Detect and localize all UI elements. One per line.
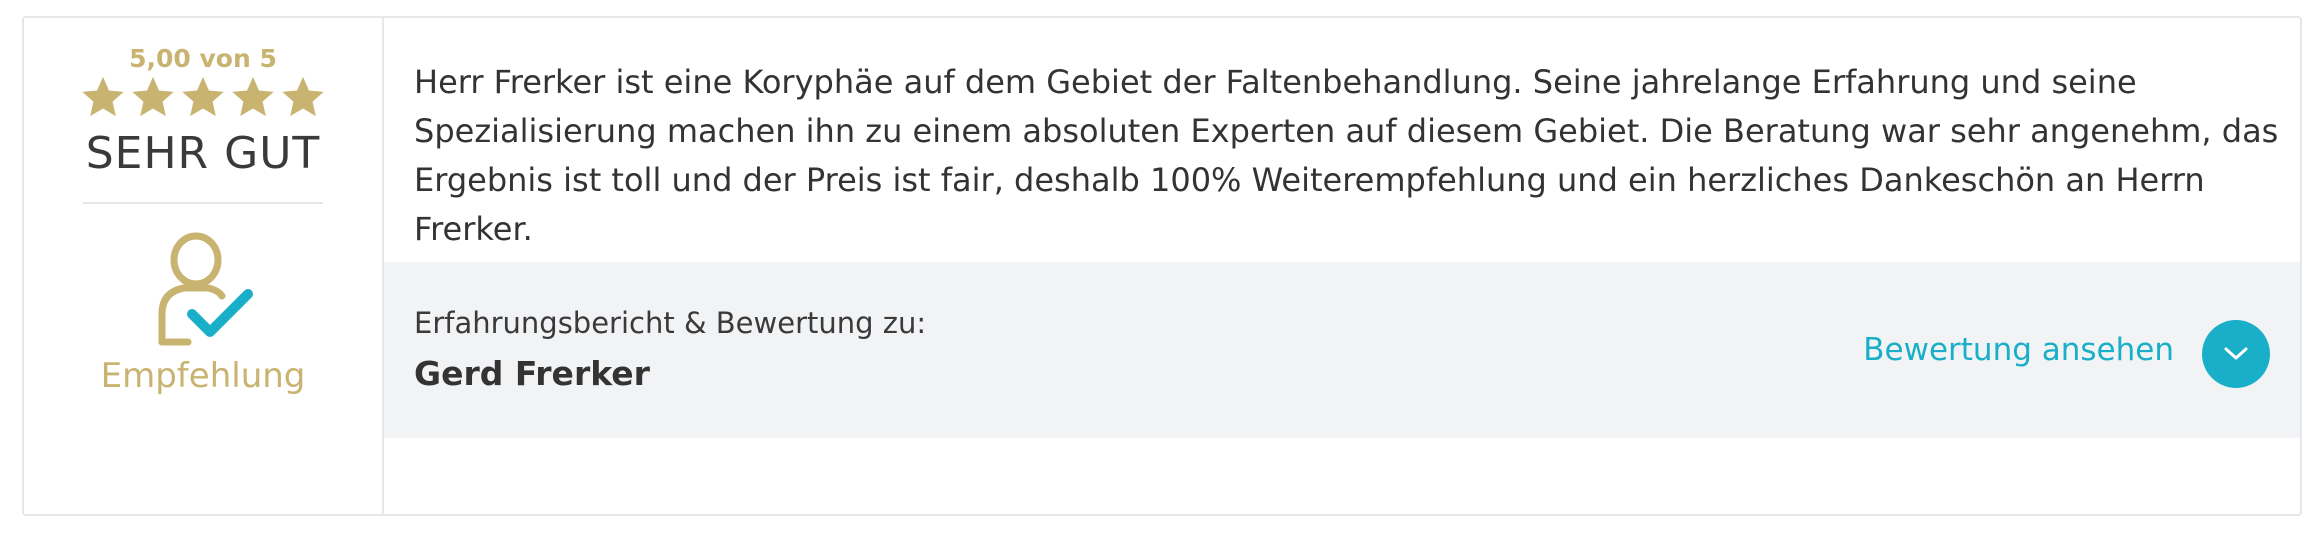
view-review-link[interactable]: Bewertung ansehen [1863,332,2174,368]
review-subject-label: Erfahrungsbericht & Bewertung zu: [414,306,927,340]
star-icon [82,76,124,117]
star-icon [282,76,324,117]
rating-label: SEHR GUT [85,128,321,179]
review-text: Herr Frerker ist eine Koryphäe auf dem G… [414,63,2279,248]
rating-column: 5,00 von 5 SEHR GUT Empfehlung [24,18,384,514]
star-icon [182,76,224,117]
rating-score: 5,00 von 5 [129,44,277,73]
star-rating [80,74,326,122]
doctor-name: Gerd Frerker [414,354,650,393]
star-icon [232,76,274,117]
star-icon [132,76,174,117]
recommendation-label: Empfehlung [100,356,306,396]
review-content: Herr Frerker ist eine Koryphäe auf dem G… [384,18,2300,514]
view-review-button[interactable] [2202,320,2270,388]
user-check-icon [158,232,253,346]
chevron-down-icon [2224,347,2248,360]
review-meta-bar: Erfahrungsbericht & Bewertung zu: Gerd F… [384,262,2300,438]
divider [83,202,323,204]
review-card: 5,00 von 5 SEHR GUT Empfehlung Herr Frer… [22,16,2302,516]
